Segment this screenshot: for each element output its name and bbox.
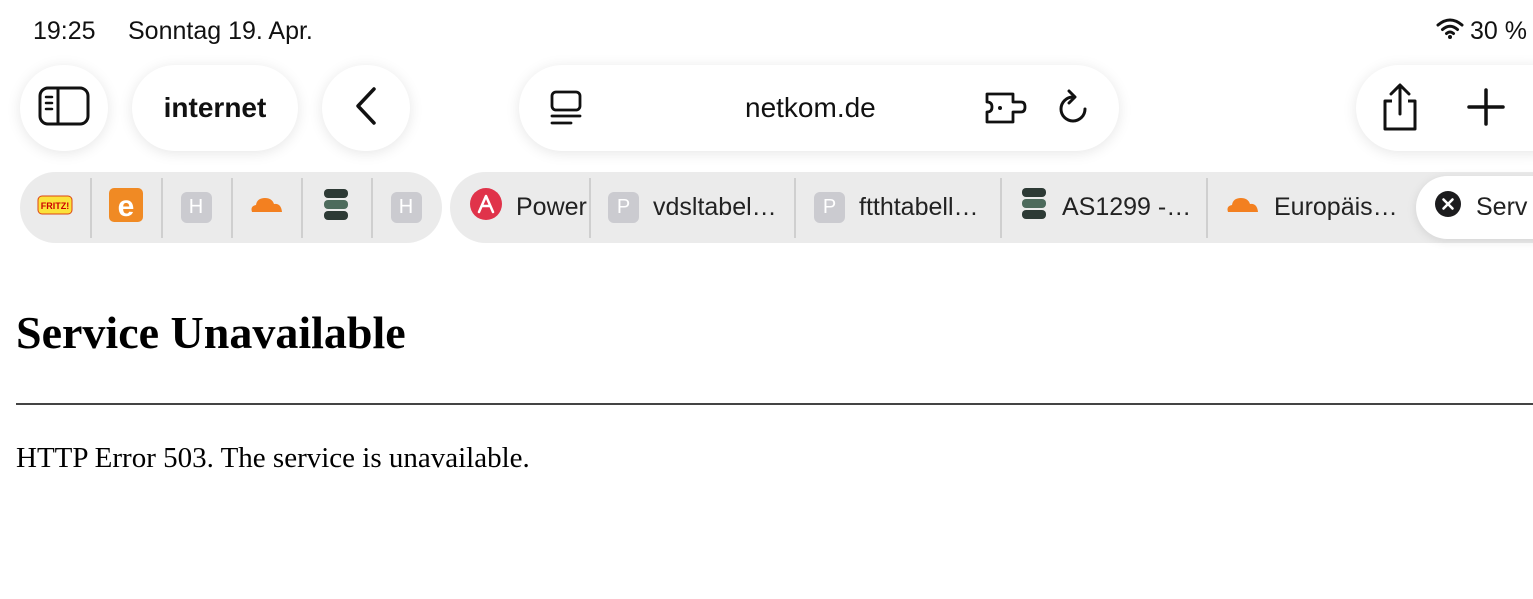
server-stack-favicon bbox=[322, 188, 350, 227]
e-favicon-label: e bbox=[118, 190, 135, 222]
plus-icon[interactable] bbox=[1466, 87, 1506, 132]
fritzbox-favicon-label: FRITZ! bbox=[41, 201, 70, 211]
pinned-tab-h2[interactable]: H bbox=[371, 172, 441, 243]
tab-separator bbox=[589, 178, 591, 238]
cloudflare-favicon bbox=[248, 195, 284, 220]
tab-separator bbox=[1206, 178, 1208, 238]
toolbar-actions bbox=[1356, 65, 1533, 151]
pinned-tab-e[interactable]: e bbox=[91, 172, 161, 243]
status-time: 19:25 bbox=[33, 17, 96, 45]
tab-title: AS1299 -… bbox=[1062, 193, 1192, 221]
tab-as1299[interactable]: AS1299 -… bbox=[1020, 172, 1208, 243]
tab-title: Power bbox=[516, 193, 587, 221]
back-button[interactable] bbox=[322, 65, 410, 151]
chevron-left-icon bbox=[352, 86, 380, 131]
reload-icon[interactable] bbox=[1056, 89, 1090, 132]
fritzbox-favicon: FRITZ! bbox=[37, 193, 73, 222]
page-title: Service Unavailable bbox=[16, 307, 406, 358]
tab-power[interactable]: Power bbox=[470, 172, 590, 243]
tab-europaeis[interactable]: Europäis… bbox=[1224, 172, 1404, 243]
e-favicon: e bbox=[109, 188, 143, 227]
battery-percentage: 30 % bbox=[1470, 17, 1527, 45]
status-indicators: 30 % bbox=[1436, 17, 1527, 46]
cloudflare-favicon bbox=[1224, 193, 1260, 222]
pinned-tab-fritzbox[interactable]: FRITZ! bbox=[20, 172, 90, 243]
extension-icon[interactable] bbox=[983, 90, 1027, 131]
address-bar[interactable]: netkom.de bbox=[519, 65, 1119, 151]
h-favicon: H bbox=[180, 192, 212, 223]
power-favicon bbox=[470, 188, 502, 227]
tab-service-active[interactable]: Serv bbox=[1416, 176, 1533, 239]
tab-group-label: internet bbox=[163, 92, 267, 123]
pinned-tab-server[interactable] bbox=[301, 172, 371, 243]
tab-separator bbox=[794, 178, 796, 238]
pinned-tabs: FRITZ! e H H bbox=[20, 172, 442, 243]
server-stack-favicon bbox=[1020, 187, 1048, 228]
close-icon[interactable] bbox=[1434, 190, 1462, 225]
status-date: Sonntag 19. Apr. bbox=[128, 17, 313, 45]
tab-group-button[interactable]: internet bbox=[132, 65, 298, 151]
pinned-tab-h1[interactable]: H bbox=[161, 172, 231, 243]
tab-title: ftthtabell… bbox=[859, 193, 979, 221]
tab-title: Serv bbox=[1476, 193, 1528, 221]
address-url[interactable]: netkom.de bbox=[745, 92, 876, 124]
tab-title: Europäis… bbox=[1274, 193, 1398, 221]
pinned-tab-cloudflare[interactable] bbox=[231, 172, 301, 243]
p-favicon: P bbox=[814, 192, 845, 223]
h-favicon: H bbox=[390, 192, 422, 223]
page-menu-icon[interactable] bbox=[549, 90, 583, 131]
wifi-icon bbox=[1436, 17, 1464, 46]
sidebar-icon bbox=[38, 86, 90, 131]
tab-title: vdsltabel… bbox=[653, 193, 777, 221]
tab-bar: Power P vdsltabel… P ftthtabell… AS1299 … bbox=[450, 172, 1533, 243]
sidebar-toggle-button[interactable] bbox=[20, 65, 108, 151]
share-icon[interactable] bbox=[1378, 83, 1422, 138]
tab-separator bbox=[1000, 178, 1002, 238]
tab-ftthtabelle[interactable]: P ftthtabell… bbox=[814, 172, 1002, 243]
error-message: HTTP Error 503. The service is unavailab… bbox=[16, 442, 530, 474]
tab-vdsltabelle[interactable]: P vdsltabel… bbox=[608, 172, 796, 243]
p-favicon: P bbox=[608, 192, 639, 223]
horizontal-rule bbox=[16, 403, 1533, 405]
